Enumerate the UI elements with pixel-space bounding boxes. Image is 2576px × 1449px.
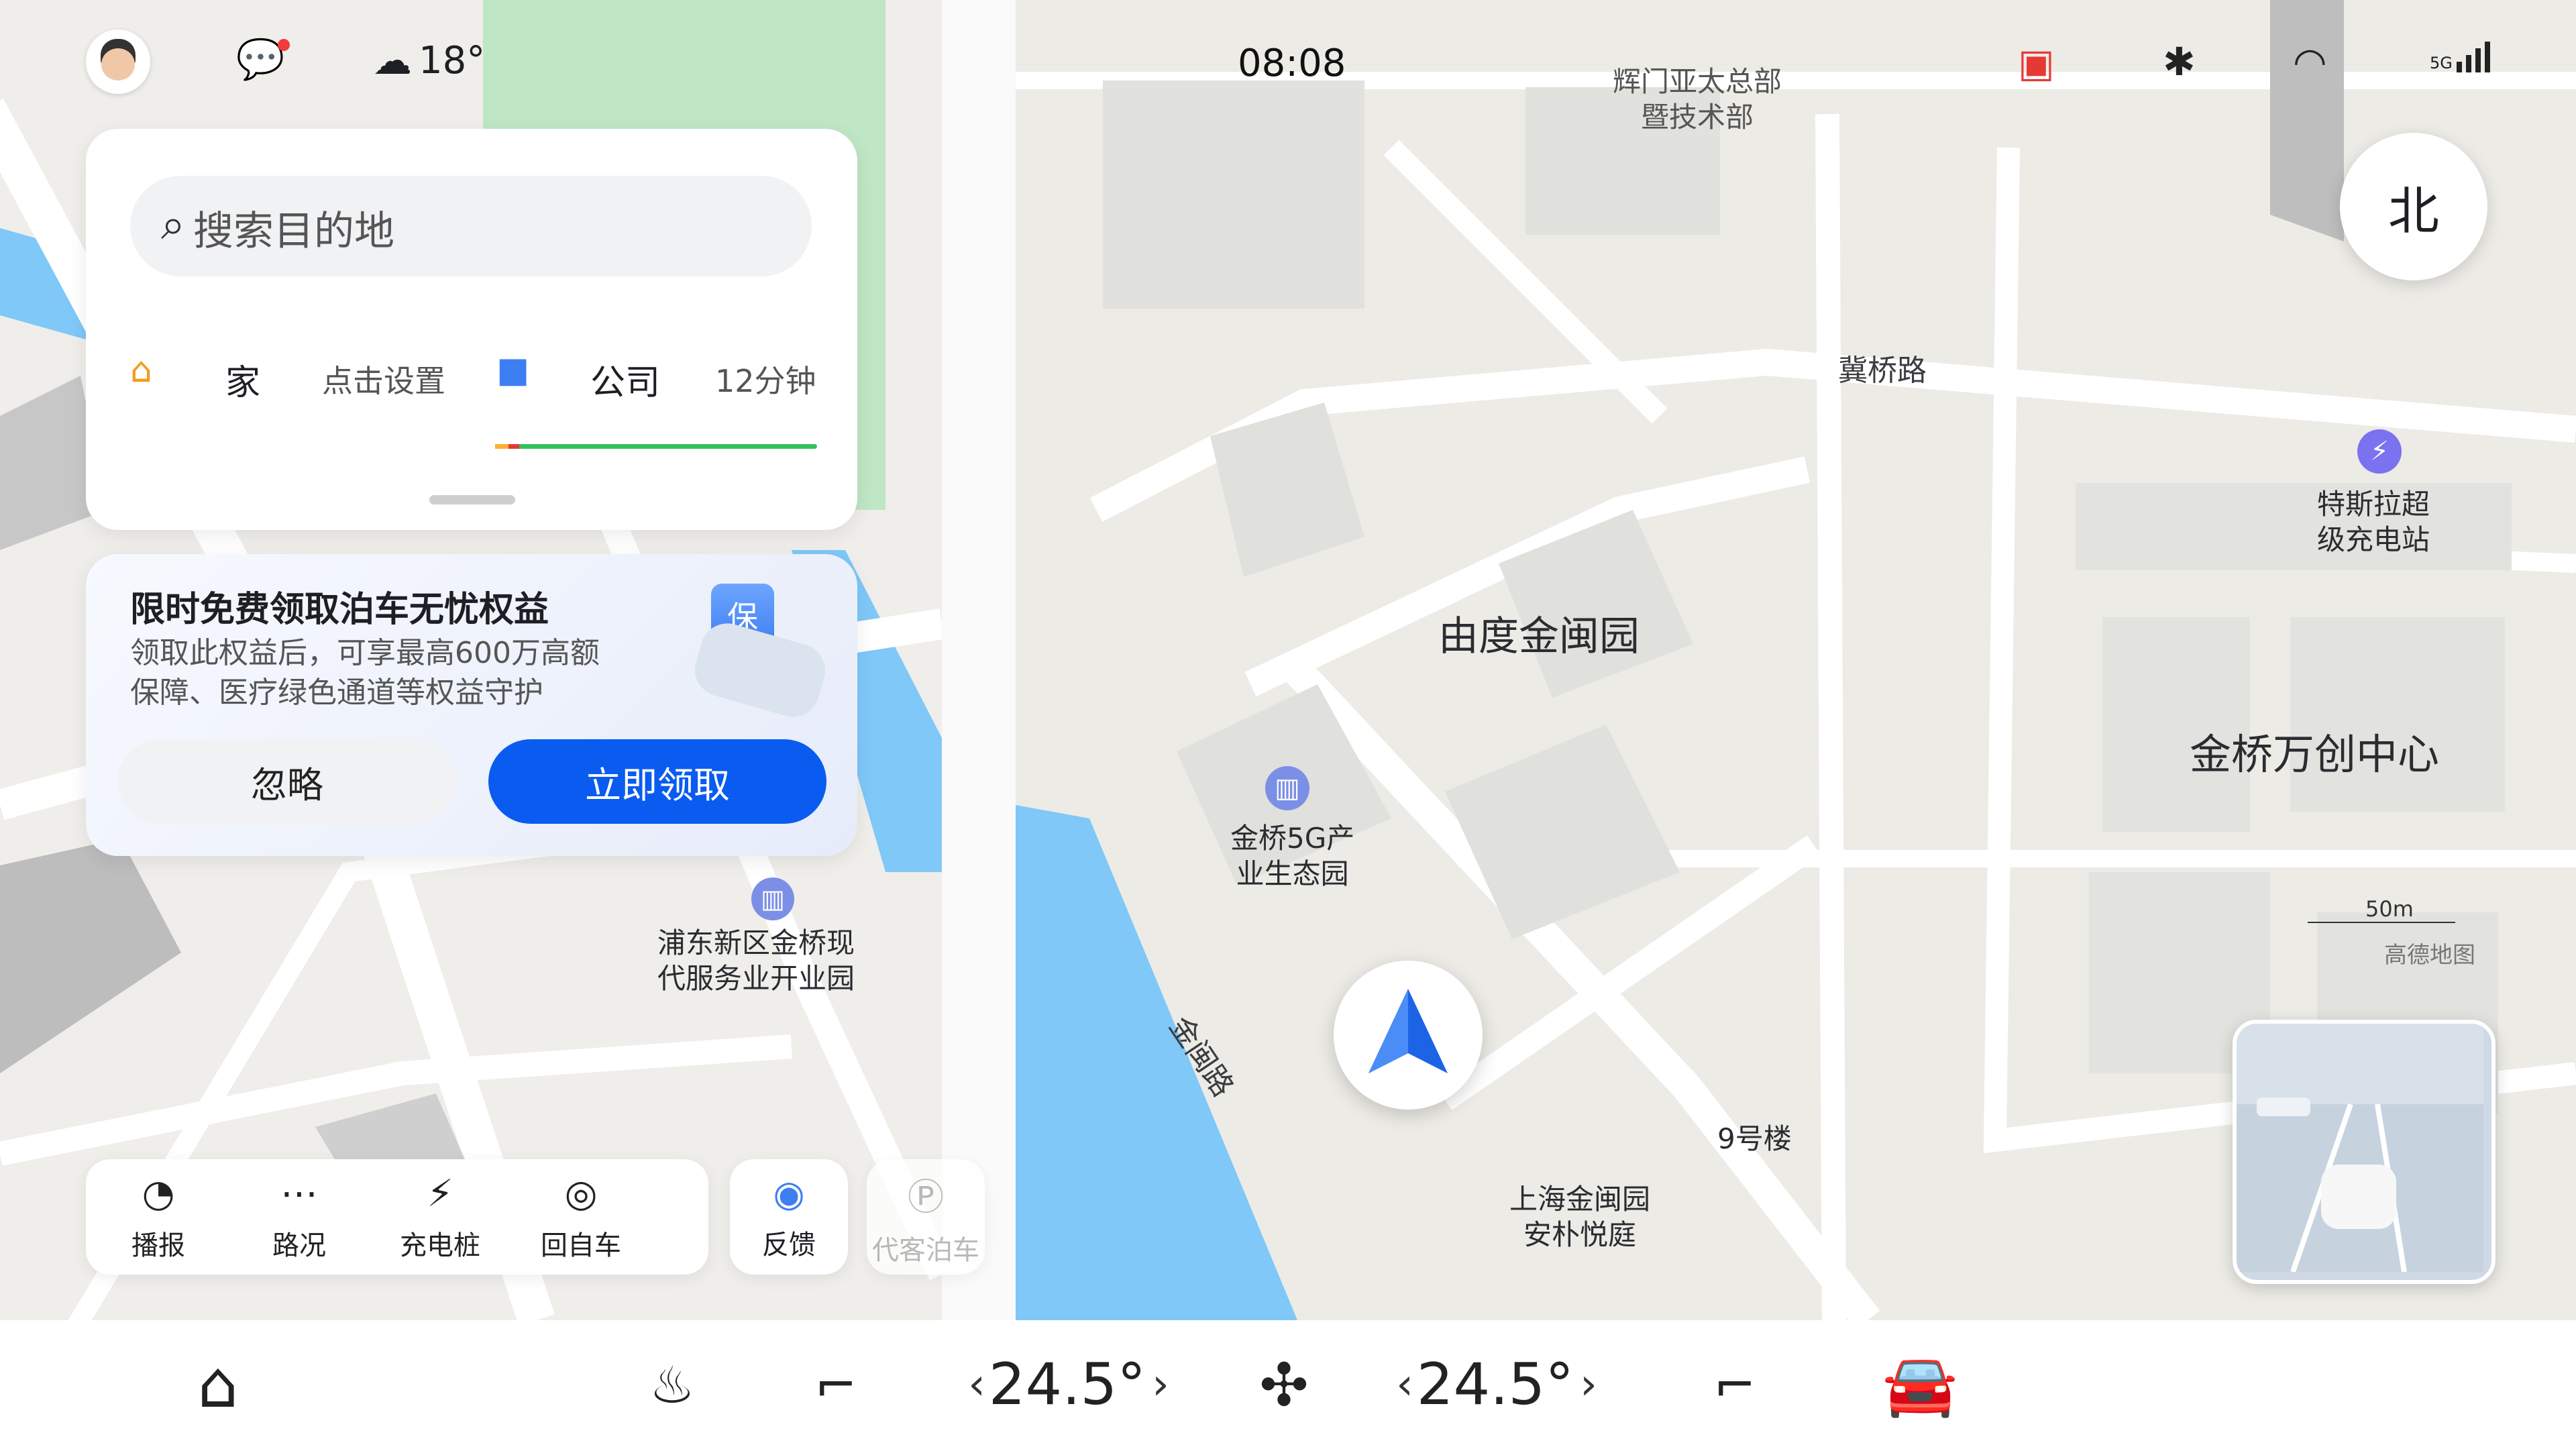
drag-handle[interactable] [429, 495, 515, 504]
traffic-progress-bar [495, 444, 817, 449]
home-label[interactable]: 家 [225, 354, 260, 405]
notification-dot [278, 39, 290, 51]
defrost-icon[interactable]: ♨ [632, 1320, 712, 1449]
weather-icon: ☁ [373, 38, 412, 83]
map-scale-label: 50m [2365, 896, 2414, 922]
weather-widget[interactable]: ☁ 18° [373, 38, 485, 83]
search-card: ⌕ 搜索目的地 ⌂ 家 点击设置 ■ 公司 12分钟 [86, 129, 857, 530]
car-icon[interactable]: 🚘 [1860, 1320, 1980, 1449]
charging-pile-icon: ⚡ [427, 1171, 453, 1216]
search-placeholder: 搜索目的地 [193, 208, 394, 255]
driving-camera-thumbnail[interactable] [2233, 1020, 2496, 1284]
fan-icon[interactable]: ✣ [1244, 1320, 1324, 1449]
current-location-marker [1334, 961, 1483, 1110]
building-icon: ▥ [751, 877, 794, 920]
park-jinmin-label[interactable]: 由度金闽园 [1438, 612, 1640, 662]
tool-charging[interactable]: ⚡ 充电桩 [373, 1159, 507, 1275]
company-label[interactable]: 辉门亚太总部 暨技术部 [1613, 64, 1782, 135]
bottom-dock: ⌂ ♨ ⌐ ‹ 24.5° › ✣ ‹ 24.5° › ⌐ 🚘 [0, 1320, 2576, 1449]
wifi-icon[interactable]: ◠ [2293, 39, 2327, 85]
right-temp-increase[interactable]: › [1568, 1320, 1609, 1449]
poi-label[interactable]: 浦东新区金桥现 代服务业开业园 [657, 926, 855, 996]
driver-seat-icon[interactable]: ⌐ [796, 1320, 876, 1449]
charging-station-icon: ⚡ [2357, 429, 2402, 474]
search-icon: ⌕ [161, 200, 185, 250]
weather-temp: 18° [419, 38, 486, 83]
center-label[interactable]: 金桥万创中心 [2190, 729, 2439, 781]
voice-broadcast-icon: ◔ [142, 1171, 175, 1216]
parking-icon: Ⓟ [908, 1175, 944, 1218]
cellular-signal[interactable]: 5G [2430, 42, 2490, 72]
park-5g-label[interactable]: 金桥5G产 业生态园 [1230, 821, 1354, 892]
left-temp-increase[interactable]: › [1140, 1320, 1181, 1449]
work-label[interactable]: 公司 [590, 354, 660, 405]
avatar[interactable] [86, 30, 150, 94]
panel-divider [942, 0, 1016, 1320]
provider-label: 高德地图 [2384, 942, 2475, 969]
feedback-icon: ◉ [773, 1172, 805, 1215]
building9-label[interactable]: 9号楼 [1717, 1122, 1792, 1157]
tool-traffic[interactable]: ⋯ 路况 [232, 1159, 366, 1275]
anpu-label[interactable]: 上海金闽园 安朴悦庭 [1509, 1182, 1650, 1252]
work-eta: 12分钟 [715, 363, 816, 399]
claim-button[interactable]: 立即领取 [488, 739, 826, 824]
recording-icon[interactable]: ▣ [2018, 40, 2055, 86]
tool-locate-car[interactable]: ◎ 回自车 [514, 1159, 648, 1275]
tesla-label[interactable]: 特斯拉超 级充电站 [2317, 487, 2430, 557]
locate-car-icon: ◎ [564, 1171, 598, 1216]
feedback-button[interactable]: ◉ 反馈 [730, 1159, 848, 1275]
ignore-button[interactable]: 忽略 [118, 739, 456, 824]
bluetooth-icon[interactable]: ✱ [2163, 39, 2196, 85]
promo-card: 限时免费领取泊车无忧权益 领取此权益后，可享最高600万高额 保障、医疗绿色通道… [86, 554, 857, 856]
road-label-jiqiao: 冀桥路 [1838, 354, 1927, 388]
home-button[interactable]: ⌂ [168, 1320, 268, 1449]
car-graphic [688, 616, 832, 724]
map-scale-bar [2308, 922, 2455, 923]
clock: 08:08 [1238, 42, 1346, 85]
passenger-seat-icon[interactable]: ⌐ [1695, 1320, 1775, 1449]
promo-body: 领取此权益后，可享最高600万高额 保障、医疗绿色通道等权益守护 [130, 636, 600, 710]
valet-parking-button[interactable]: Ⓟ 代客泊车 [867, 1159, 985, 1275]
right-temp: 24.5° [1416, 1351, 1574, 1418]
traffic-icon: ⋯ [280, 1171, 318, 1216]
left-temp: 24.5° [988, 1351, 1146, 1418]
map-tools-bar: ◔ 播报 ⋯ 路况 ⚡ 充电桩 ◎ 回自车 [86, 1159, 708, 1275]
home-icon: ⌂ [130, 350, 153, 390]
building-icon: ▥ [1265, 766, 1309, 810]
home-action[interactable]: 点击设置 [322, 357, 445, 401]
tool-broadcast[interactable]: ◔ 播报 [91, 1159, 225, 1275]
signal-label: 5G [2430, 54, 2453, 72]
promo-title: 限时免费领取泊车无忧权益 [130, 590, 549, 630]
navigation-arrow-icon [1368, 989, 1448, 1073]
compass[interactable]: 北 [2340, 133, 2487, 280]
briefcase-icon: ■ [496, 350, 530, 390]
